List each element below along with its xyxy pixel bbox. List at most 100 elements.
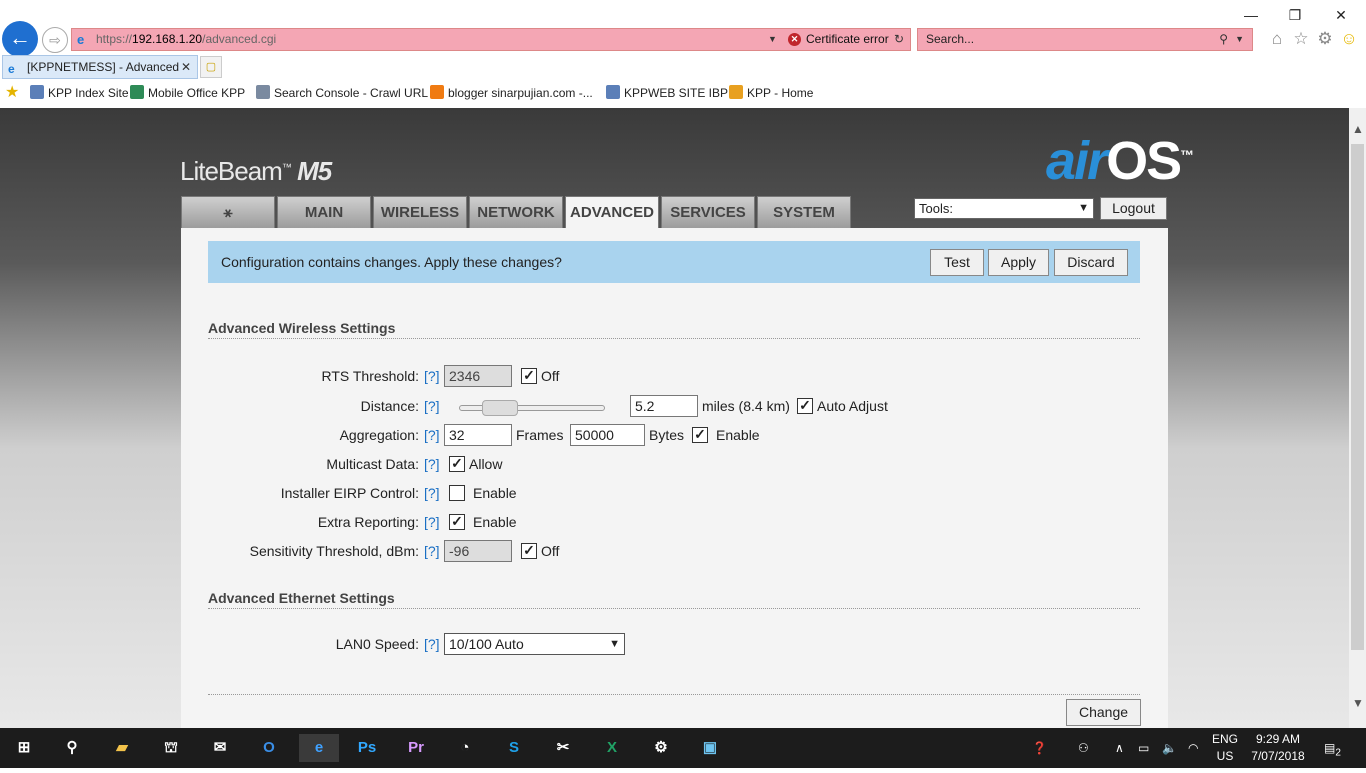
restore-button[interactable]: ❐ <box>1280 4 1310 26</box>
mail-icon[interactable]: ✉ <box>206 734 234 762</box>
fav-link[interactable]: KPP - Home <box>729 82 813 104</box>
search-box[interactable]: Search... ⚲ ▼ <box>917 28 1253 51</box>
sensitivity-off-checkbox[interactable]: ✓ <box>521 543 537 559</box>
favorites-star-icon[interactable]: ★ <box>5 82 19 104</box>
sensitivity-input[interactable]: -96 <box>444 540 512 562</box>
gear-icon[interactable]: ⚙ <box>1315 29 1335 49</box>
wifi-icon[interactable]: ◠ <box>1188 728 1198 768</box>
new-tab-button[interactable]: ▢ <box>200 56 222 78</box>
photoshop-icon[interactable]: Ps <box>353 734 381 762</box>
speedometer-icon[interactable]: ◔ <box>451 734 479 762</box>
scroll-down-icon[interactable]: ▼ <box>1352 696 1364 710</box>
aggregation-help-link[interactable]: [?] <box>424 424 440 446</box>
rts-input[interactable]: 2346 <box>444 365 512 387</box>
rts-label: RTS Threshold: <box>321 368 419 384</box>
favorites-star-icon[interactable]: ☆ <box>1291 29 1311 49</box>
chevron-up-icon[interactable]: ∧ <box>1115 728 1124 768</box>
excel-icon[interactable]: X <box>598 734 626 762</box>
premiere-icon[interactable]: Pr <box>402 734 430 762</box>
eirp-enable-checkbox[interactable] <box>449 485 465 501</box>
close-window-button[interactable]: ✕ <box>1326 4 1356 26</box>
settings-gear-icon[interactable]: ⚙ <box>647 734 675 762</box>
fav-link[interactable]: Mobile Office KPP <box>130 82 245 104</box>
search-icon[interactable]: ⚲ <box>1219 29 1228 50</box>
url-text[interactable]: https://192.168.1.20/advanced.cgi <box>96 29 276 50</box>
tab-wireless[interactable]: WIRELESS <box>373 196 467 228</box>
language-indicator[interactable]: ENG US <box>1212 731 1238 771</box>
tools-select[interactable]: Tools: ▼ <box>914 198 1094 219</box>
smiley-icon[interactable]: ☺ <box>1339 29 1359 49</box>
fav-link[interactable]: KPP Index Site <box>30 82 129 104</box>
eirp-help-link[interactable]: [?] <box>424 482 440 504</box>
skype-icon[interactable]: S <box>500 734 528 762</box>
scroll-thumb[interactable] <box>1351 144 1364 650</box>
fav-link[interactable]: Search Console - Crawl URL <box>256 82 428 104</box>
logout-button[interactable]: Logout <box>1100 197 1167 220</box>
windows-start-icon[interactable]: ⊞ <box>10 734 38 762</box>
clock[interactable]: 9:29 AM 7/07/2018 <box>1244 731 1312 765</box>
cert-error-icon[interactable]: ✕ <box>788 33 801 46</box>
aggregation-enable-checkbox[interactable]: ✓ <box>692 427 708 443</box>
search-icon[interactable]: ⚲ <box>58 734 86 762</box>
auto-adjust-checkbox[interactable]: ✓ <box>797 398 813 414</box>
people-icon[interactable]: ⚇ <box>1078 728 1089 768</box>
fav-link[interactable]: blogger sinarpujian.com -... <box>430 82 593 104</box>
vertical-scrollbar[interactable]: ▲ ▼ <box>1349 108 1366 728</box>
fav-label: KPP - Home <box>747 86 814 100</box>
volume-icon[interactable]: 🔈 <box>1162 728 1177 768</box>
aggregation-bytes-input[interactable]: 50000 <box>570 424 645 446</box>
help-icon[interactable]: ❓ <box>1032 728 1047 768</box>
logo-os: OS <box>1106 131 1182 191</box>
internet-explorer-icon[interactable]: e <box>299 734 339 762</box>
rts-off-checkbox[interactable]: ✓ <box>521 368 537 384</box>
extra-reporting-checkbox[interactable]: ✓ <box>449 514 465 530</box>
tab-services[interactable]: SERVICES <box>661 196 755 228</box>
file-explorer-icon[interactable]: ▰ <box>108 734 136 762</box>
tab-system[interactable]: SYSTEM <box>757 196 851 228</box>
scroll-up-icon[interactable]: ▲ <box>1352 122 1364 136</box>
notification-center-icon[interactable]: ▤2 <box>1324 728 1341 768</box>
tab-main[interactable]: MAIN <box>277 196 371 228</box>
tab-title: [KPPNETMESS] - Advanced <box>27 60 180 74</box>
tab-network[interactable]: NETWORK <box>469 196 563 228</box>
extra-reporting-row: Extra Reporting: [?] ✓ Enable <box>181 511 1168 535</box>
airos-logo: airOS™ <box>1046 130 1194 192</box>
browser-tab[interactable]: e [KPPNETMESS] - Advanced ✕ <box>2 55 198 79</box>
search-dropdown-icon[interactable]: ▼ <box>1235 29 1244 50</box>
distance-slider[interactable] <box>459 400 605 416</box>
fav-icon <box>606 85 620 99</box>
rts-help-link[interactable]: [?] <box>424 365 440 387</box>
sensitivity-off-label: Off <box>541 543 560 559</box>
outlook-icon[interactable]: O <box>255 734 283 762</box>
store-icon[interactable]: ⛫ <box>157 734 185 762</box>
fav-link[interactable]: KPPWEB SITE IBPL <box>606 82 735 104</box>
back-button[interactable]: ← <box>2 21 38 57</box>
sensitivity-help-link[interactable]: [?] <box>424 540 440 562</box>
apply-button[interactable]: Apply <box>988 249 1049 276</box>
battery-icon[interactable]: ▭ <box>1138 728 1149 768</box>
home-icon[interactable]: ⌂ <box>1267 29 1287 49</box>
lan0-speed-select[interactable]: 10/100 Auto ▼ <box>444 633 625 655</box>
lan0-help-link[interactable]: [?] <box>424 633 440 655</box>
multicast-help-link[interactable]: [?] <box>424 453 440 475</box>
distance-input[interactable]: 5.2 <box>630 395 698 417</box>
multicast-allow-checkbox[interactable]: ✓ <box>449 456 465 472</box>
cert-error-label[interactable]: Certificate error <box>806 29 889 50</box>
discard-button[interactable]: Discard <box>1054 249 1128 276</box>
tools-icon[interactable]: ✂ <box>549 734 577 762</box>
control-panel-icon[interactable]: ▣ <box>696 734 724 762</box>
forward-button[interactable]: ⇨ <box>42 27 68 53</box>
tab-advanced[interactable]: ADVANCED <box>565 196 659 229</box>
tab-ubnt-logo[interactable]: ⚹ <box>181 196 275 228</box>
test-button[interactable]: Test <box>930 249 984 276</box>
change-button[interactable]: Change <box>1066 699 1141 726</box>
aggregation-frames-input[interactable]: 32 <box>444 424 512 446</box>
refresh-icon[interactable]: ↻ <box>894 29 904 50</box>
address-dropdown-icon[interactable]: ▼ <box>768 29 777 50</box>
minimize-button[interactable]: — <box>1236 4 1266 26</box>
extra-reporting-help-link[interactable]: [?] <box>424 511 440 533</box>
tab-close-icon[interactable]: ✕ <box>181 56 191 78</box>
address-bar[interactable]: e https://192.168.1.20/advanced.cgi ▼ ✕ … <box>71 28 911 51</box>
slider-handle[interactable] <box>482 400 518 416</box>
distance-help-link[interactable]: [?] <box>424 395 440 417</box>
